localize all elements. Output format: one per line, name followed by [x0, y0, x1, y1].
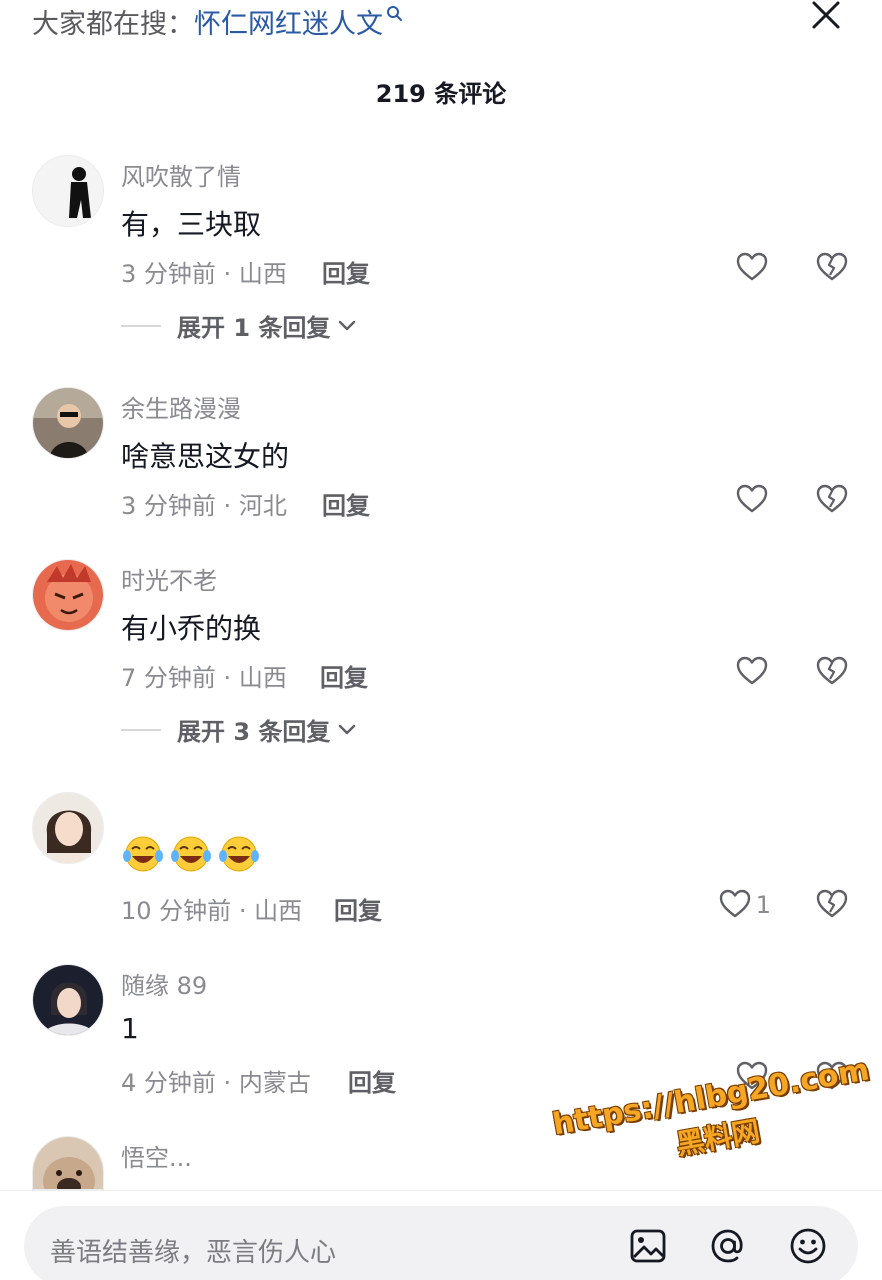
divider-line — [121, 728, 161, 731]
laughing-tears-emoji-icon — [171, 836, 211, 872]
avatar[interactable] — [32, 964, 104, 1036]
reply-button[interactable]: 回复 — [320, 658, 368, 693]
meta-separator: · — [223, 260, 232, 288]
chevron-down-icon — [339, 320, 356, 330]
comment-text: 啥意思这女的 — [121, 440, 290, 473]
comment-meta: 3 分钟前 · 山西 — [121, 254, 287, 289]
comment-input-bar[interactable]: 善语结善缘，恶言伤人心 — [24, 1206, 858, 1280]
comment-time: 7 分钟前 — [121, 664, 216, 692]
comment-meta: 10 分钟前 · 山西 — [121, 891, 302, 926]
avatar-image — [33, 560, 103, 630]
comment-meta: 7 分钟前 · 山西 — [121, 658, 287, 693]
avatar[interactable] — [32, 1136, 104, 1190]
search-icon — [387, 6, 402, 21]
heart-outline-icon[interactable] — [718, 887, 752, 921]
avatar-image — [33, 793, 103, 863]
chevron-down-icon — [339, 724, 356, 734]
meta-separator: · — [223, 492, 232, 520]
comment-username[interactable]: 风吹散了情 — [121, 157, 241, 192]
emoji-content — [121, 834, 265, 881]
at-icon[interactable] — [708, 1226, 748, 1266]
comment-location: 山西 — [238, 664, 287, 692]
expand-replies-label: 展开 1 条回复 — [177, 314, 331, 342]
comment-username[interactable]: 随缘 89 — [121, 966, 207, 1001]
reply-button[interactable]: 回复 — [334, 891, 382, 926]
broken-heart-icon[interactable] — [815, 250, 849, 284]
avatar-image — [33, 1137, 103, 1189]
watermark: https://hlbg20.com 黑料网 — [550, 1052, 879, 1184]
comment-time: 10 分钟前 — [121, 897, 232, 925]
avatar-image — [33, 156, 103, 226]
comment-time: 3 分钟前 — [121, 492, 216, 520]
like-count: 1 — [755, 891, 771, 919]
close-icon[interactable] — [810, 0, 842, 30]
heart-outline-icon[interactable] — [735, 250, 769, 284]
comment-text: 有，三块取 — [121, 208, 262, 241]
comment-count-title: 219 条评论 — [375, 80, 507, 108]
avatar[interactable] — [32, 792, 104, 864]
expand-replies-button[interactable]: 展开 3 条回复 — [121, 712, 356, 747]
comment-username[interactable]: 余生路漫漫 — [121, 389, 241, 424]
comment-location: 河北 — [238, 492, 287, 520]
comment-meta: 4 分钟前 · 内蒙古 — [121, 1063, 311, 1098]
comment-time: 4 分钟前 — [121, 1069, 216, 1097]
heart-outline-icon[interactable] — [735, 482, 769, 516]
broken-heart-icon[interactable] — [815, 482, 849, 516]
comment-text: 有小乔的换 — [121, 612, 262, 645]
reply-button[interactable]: 回复 — [322, 254, 370, 289]
comment-time: 3 分钟前 — [121, 260, 216, 288]
broken-heart-icon[interactable] — [815, 887, 849, 921]
comment-text: 1 — [121, 1012, 139, 1045]
bottom-divider — [0, 1190, 882, 1191]
search-prefix: 大家都在搜： — [32, 8, 194, 40]
smiley-icon[interactable] — [788, 1226, 828, 1266]
comment-location: 山西 — [254, 897, 303, 925]
comment-input-placeholder[interactable]: 善语结善缘，恶言伤人心 — [50, 1232, 336, 1269]
divider-line — [121, 324, 161, 327]
comment-meta: 3 分钟前 · 河北 — [121, 486, 287, 521]
meta-separator: · — [238, 897, 247, 925]
laughing-tears-emoji-icon — [123, 836, 163, 872]
avatar[interactable] — [32, 155, 104, 227]
comment-username[interactable]: 悟空... — [121, 1138, 192, 1173]
comment-location: 山西 — [238, 260, 287, 288]
avatar-image — [33, 965, 103, 1035]
reply-button[interactable]: 回复 — [322, 486, 370, 521]
search-suggestion[interactable]: 大家都在搜： 怀仁网红迷人文 — [32, 0, 405, 42]
image-icon[interactable] — [628, 1226, 668, 1266]
search-query-link[interactable]: 怀仁网红迷人文 — [194, 2, 383, 41]
meta-separator: · — [223, 664, 232, 692]
laughing-tears-emoji-icon — [219, 836, 259, 872]
expand-replies-label: 展开 3 条回复 — [177, 718, 331, 746]
avatar[interactable] — [32, 387, 104, 459]
broken-heart-icon[interactable] — [815, 654, 849, 688]
avatar-image — [33, 388, 103, 458]
comment-username[interactable]: 时光不老 — [121, 561, 217, 596]
meta-separator: · — [223, 1069, 232, 1097]
comment-location: 内蒙古 — [238, 1069, 311, 1097]
expand-replies-button[interactable]: 展开 1 条回复 — [121, 308, 356, 343]
avatar[interactable] — [32, 559, 104, 631]
heart-outline-icon[interactable] — [735, 654, 769, 688]
reply-button[interactable]: 回复 — [348, 1063, 396, 1098]
